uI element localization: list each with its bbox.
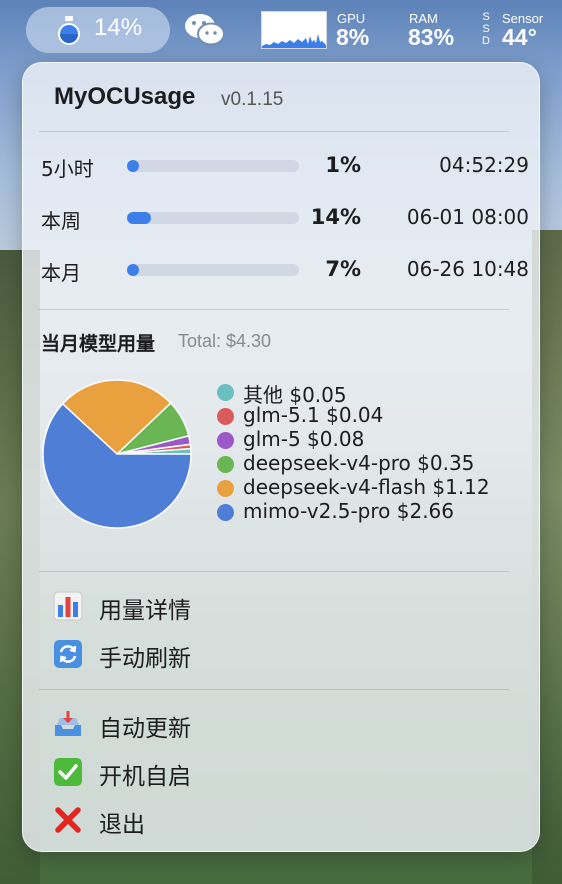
inbox-tray-icon bbox=[55, 711, 81, 736]
usage-reset-time: 06-26 10:48 bbox=[406, 257, 529, 281]
check-mark-icon bbox=[54, 758, 82, 786]
menu-label: 开机自启 bbox=[99, 764, 191, 790]
usage-progress-bar bbox=[127, 160, 299, 172]
usage-label: 本月 bbox=[41, 261, 81, 285]
menu-item-manual-refresh[interactable]: 手动刷新 bbox=[53, 635, 513, 675]
usage-row-week: 本周 14% 06-01 08:00 bbox=[23, 197, 541, 237]
menu-item-usage-details[interactable]: 用量详情 bbox=[53, 587, 513, 627]
usage-percent: 7% bbox=[325, 257, 361, 281]
app-version: v0.1.15 bbox=[221, 89, 284, 110]
menu-label: 自动更新 bbox=[99, 716, 191, 742]
divider bbox=[39, 309, 509, 310]
network-graph-line bbox=[262, 34, 326, 48]
model-usage-total: Total: $4.30 bbox=[178, 331, 272, 351]
divider bbox=[39, 689, 509, 690]
usage-reset-time: 06-01 08:00 bbox=[406, 205, 529, 229]
legend-color-dot bbox=[217, 456, 234, 473]
usage-percent: 14% bbox=[310, 205, 361, 229]
network-graph[interactable] bbox=[261, 11, 327, 49]
menu-bar: 14% GPU 8% RAM 83% S S D Sensor 44° bbox=[0, 0, 562, 60]
usage-progress-fill bbox=[127, 264, 140, 276]
cross-mark-icon bbox=[55, 807, 81, 833]
usage-popover: MyOCUsage v0.1.15 5小时 1% 04:52:29 本周 14%… bbox=[22, 62, 540, 852]
usage-progress-fill bbox=[127, 212, 152, 224]
legend-color-dot bbox=[217, 384, 234, 401]
usage-percent: 1% bbox=[325, 153, 361, 177]
divider bbox=[39, 131, 509, 132]
usage-row-5h: 5小时 1% 04:52:29 bbox=[23, 145, 541, 185]
legend-color-dot bbox=[217, 480, 234, 497]
menu-label: 用量详情 bbox=[99, 598, 191, 624]
gpu-value: 8% bbox=[336, 24, 370, 50]
sensor-value: 44° bbox=[502, 24, 537, 50]
legend-label: mimo-v2.5-pro $2.66 bbox=[243, 499, 454, 523]
usage-progress-fill bbox=[127, 160, 139, 172]
ram-value: 83% bbox=[408, 24, 455, 50]
usage-label: 5小时 bbox=[41, 157, 94, 181]
menu-item-auto-update[interactable]: 自动更新 bbox=[53, 705, 513, 745]
usage-label: 本周 bbox=[41, 209, 81, 233]
usage-row-month: 本月 7% 06-26 10:48 bbox=[23, 249, 541, 289]
model-usage-title: 当月模型用量 bbox=[41, 333, 156, 355]
usage-progress-bar bbox=[127, 212, 299, 224]
bar-chart-icon bbox=[53, 591, 83, 621]
menu-label: 退出 bbox=[99, 812, 145, 838]
menu-item-quit[interactable]: 退出 bbox=[53, 801, 513, 841]
usage-percent-text: 14% bbox=[94, 14, 143, 41]
usage-reset-time: 04:52:29 bbox=[439, 153, 529, 177]
menu-item-launch-at-login[interactable]: 开机自启 bbox=[53, 753, 513, 793]
model-usage-pie-chart bbox=[42, 379, 192, 529]
legend-label: glm-5.1 $0.04 bbox=[243, 403, 384, 427]
divider bbox=[39, 571, 509, 572]
legend-label: deepseek-v4-pro $0.35 bbox=[243, 451, 475, 475]
app-title: MyOCUsage bbox=[54, 83, 196, 110]
ssd-label: S S D bbox=[482, 11, 490, 47]
menu-label: 手动刷新 bbox=[99, 646, 191, 672]
refresh-icon bbox=[54, 640, 82, 668]
legend-color-dot bbox=[217, 408, 234, 425]
legend-color-dot bbox=[217, 504, 234, 521]
legend-label: glm-5 $0.08 bbox=[243, 427, 365, 451]
droplet-icon bbox=[58, 16, 80, 45]
wechat-icon[interactable] bbox=[183, 12, 227, 48]
legend-color-dot bbox=[217, 432, 234, 449]
usage-progress-bar bbox=[127, 264, 299, 276]
legend-label: deepseek-v4-flash $1.12 bbox=[243, 475, 490, 499]
